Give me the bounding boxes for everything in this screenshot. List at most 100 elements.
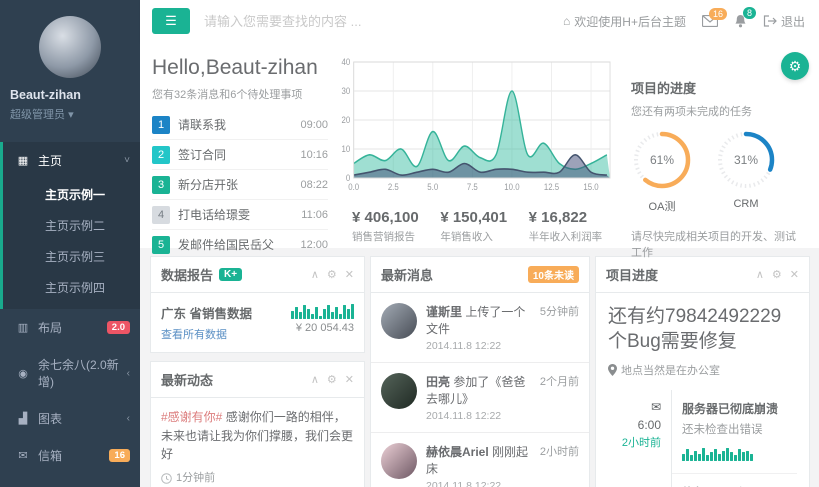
sidebar-item-charts[interactable]: ▟ 图表 ‹ [0, 400, 140, 437]
donut-row: 61% OA测 31% CRM [631, 129, 805, 214]
todo-item[interactable]: 3 新分店开张 08:22 [152, 170, 328, 200]
board-column-left: 数据报告 K+ ∧ ⚙ ✕ 广东 省销售数据 查看所有数据 [150, 256, 365, 487]
alert-count-badge: 8 [743, 7, 756, 19]
collapse-icon[interactable]: ∧ [756, 268, 764, 281]
panel-body: 广东 省销售数据 查看所有数据 ¥ 20 054.43 [151, 293, 364, 352]
todo-label: 请联系我 [178, 116, 226, 133]
notifications-button[interactable]: 8 [734, 14, 747, 28]
donut-ring: 31% [715, 129, 777, 194]
timeline-title: 服务器已彻底崩溃 [682, 400, 791, 417]
sidebar-subitem-example3[interactable]: 主页示例三 [3, 241, 140, 272]
timeline-meta: ✉ 6:00 2小时前 [608, 390, 672, 474]
panel-body: 还有约79842492229个Bug需要修复 地点当然是在办公室 ✉ 6:00 … [596, 293, 809, 487]
sidebar-subitem-example2[interactable]: 主页示例二 [3, 210, 140, 241]
collapse-icon[interactable]: ∧ [311, 373, 319, 386]
todo-time: 11:06 [301, 209, 328, 221]
panel-title: 项目进度 [606, 265, 658, 284]
svg-text:10.0: 10.0 [504, 181, 520, 192]
message-date: 2014.11.8 12:22 [426, 480, 531, 487]
report-amount: ¥ 20 054.43 [291, 322, 354, 334]
todo-time: 09:00 [300, 119, 328, 131]
collapse-icon[interactable]: ∧ [311, 268, 319, 281]
crm-progress-donut: 31% CRM [715, 129, 777, 214]
panel-body: #感谢有你# 感谢你们一路的相伴，未来也请让我为你们撑腰，我们会更好 1分钟前 … [151, 398, 364, 487]
message-item[interactable]: 田亮 参加了《爸爸去哪儿》 2014.11.8 12:22 2个月前 [371, 363, 589, 433]
panel-title: 数据报告 [161, 265, 213, 284]
hashtag-link[interactable]: #感谢有你# [161, 410, 222, 424]
message-item[interactable]: 赫依晨Ariel 刚刚起床 2014.11.8 12:22 2小时前 [371, 433, 589, 487]
settings-button[interactable]: ⚙ [781, 52, 809, 80]
user-role-dropdown[interactable]: 超级管理员 ▾ [10, 106, 130, 122]
todo-item[interactable]: 4 打电话给璟雯 11:06 [152, 200, 328, 230]
stat-label: 销售营销报告 [352, 229, 440, 244]
stats-row: ¥ 406,100 销售营销报告 ¥ 150,401 年销售收入 ¥ 16,82… [338, 209, 617, 244]
k-plus-badge: K+ [219, 268, 242, 281]
sidebar-item-layout[interactable]: ▥ 布局 2.0 [0, 309, 140, 346]
donut-label: OA测 [631, 198, 693, 214]
message-time-ago: 2小时前 [540, 443, 579, 487]
search-input[interactable] [204, 14, 454, 29]
wrench-icon[interactable]: ⚙ [327, 373, 337, 386]
welcome-label: 欢迎使用H+后台主题 [574, 13, 686, 30]
timeline-ago: 2小时前 [608, 434, 661, 450]
svg-text:61%: 61% [650, 153, 674, 167]
sales-area-chart: 0102030400.02.55.07.510.012.515.0 [338, 54, 617, 204]
post-time: 1分钟前 [161, 470, 354, 487]
sidebar-item-widgets[interactable]: ✦ 小工具 [0, 474, 140, 487]
report-figures: ¥ 20 054.43 [291, 303, 354, 342]
data-report-panel: 数据报告 K+ ∧ ⚙ ✕ 广东 省销售数据 查看所有数据 [150, 256, 365, 353]
messages-panel: 最新消息 10条未读 谨斯里 上传了一个文件 2014.11.8 12:22 5… [370, 256, 590, 487]
donut-ring: 61% [631, 129, 693, 194]
stat-label: 年销售收入 [440, 229, 528, 244]
stat-value: ¥ 150,401 [440, 209, 528, 226]
clock-icon [161, 473, 172, 484]
sidebar-item-mailbox[interactable]: ✉ 信箱 16 [0, 437, 140, 474]
message-body: 谨斯里 上传了一个文件 2014.11.8 12:22 [426, 303, 531, 352]
app-root: Beaut-zihan 超级管理员 ▾ ▦ 主页 ˅ 主页示例一 主页示例二 主… [0, 0, 819, 487]
mail-button[interactable]: 16 [702, 15, 718, 27]
sidebar-subitem-example4[interactable]: 主页示例四 [3, 272, 140, 303]
gear-icon: ⚙ [789, 58, 802, 74]
todo-label: 签订合同 [178, 146, 226, 163]
logout-button[interactable]: 退出 [763, 13, 805, 30]
message-date: 2014.11.8 12:22 [426, 410, 531, 422]
sidebar-item-yuqiyuba[interactable]: ◉ 余七余八(2.0新增) ‹ [0, 346, 140, 400]
svg-text:10: 10 [341, 143, 350, 154]
sidebar-item-label: 图表 [38, 410, 62, 427]
close-icon[interactable]: ✕ [345, 373, 354, 386]
wrench-icon[interactable]: ⚙ [772, 268, 782, 281]
stat-value: ¥ 16,822 [529, 209, 617, 226]
wrench-icon[interactable]: ⚙ [327, 268, 337, 281]
todo-label: 打电话给璟雯 [178, 206, 250, 223]
main-area: ☰ ⌂ 欢迎使用H+后台主题 16 8 退出 [140, 0, 819, 487]
grid-icon: ▦ [15, 154, 31, 167]
sidebar-item-home[interactable]: ▦ 主页 ˅ [3, 142, 140, 179]
message-list: 谨斯里 上传了一个文件 2014.11.8 12:22 5分钟前 田亮 参加了《… [371, 293, 589, 487]
svg-text:40: 40 [341, 56, 350, 67]
timeline-item[interactable]: ✉ 6:00 2小时前 服务器已彻底崩溃 还未检查出错误 [608, 390, 797, 474]
todo-item[interactable]: 5 发邮件给国民岳父 12:00 [152, 230, 328, 259]
user-role-label: 超级管理员 [10, 109, 65, 121]
todo-time: 12:00 [300, 239, 328, 251]
close-icon[interactable]: ✕ [345, 268, 354, 281]
sidebar-profile: Beaut-zihan 超级管理员 ▾ [0, 0, 140, 136]
project-progress-section: 项目的进度 您还有两项未完成的任务 61% OA测 31% CRM 请尽快完成相… [625, 54, 805, 248]
todo-item[interactable]: 2 签订合同 10:16 [152, 140, 328, 170]
chevron-left-icon: ‹ [127, 368, 130, 379]
todo-list: 1 请联系我 09:00 2 签订合同 10:16 3 新分店开张 08:22 [152, 110, 328, 259]
briefcase-icon: ✉ [608, 400, 661, 414]
timeline-item[interactable]: ▤ 7:00 3小时前 修复了0.5个bug 重启服务 [608, 474, 797, 487]
sidebar-subitem-example1[interactable]: 主页示例一 [3, 179, 140, 210]
sidebar-toggle-button[interactable]: ☰ [152, 8, 190, 34]
message-sender: 田亮 [426, 375, 450, 389]
top-navbar: ☰ ⌂ 欢迎使用H+后台主题 16 8 退出 [140, 0, 819, 42]
user-name: Beaut-zihan [10, 88, 130, 102]
close-icon[interactable]: ✕ [790, 268, 799, 281]
dashboard-hero: ⚙ Hello,Beaut-zihan 您有32条消息和6个待处理事项 1 请联… [140, 42, 819, 248]
todo-item[interactable]: 1 请联系我 09:00 [152, 110, 328, 140]
avatar[interactable] [39, 16, 101, 78]
panel-header: 最新消息 10条未读 [371, 257, 589, 293]
message-item[interactable]: 谨斯里 上传了一个文件 2014.11.8 12:22 5分钟前 [371, 293, 589, 363]
view-all-data-link[interactable]: 查看所有数据 [161, 326, 252, 342]
donut-label: CRM [715, 198, 777, 210]
